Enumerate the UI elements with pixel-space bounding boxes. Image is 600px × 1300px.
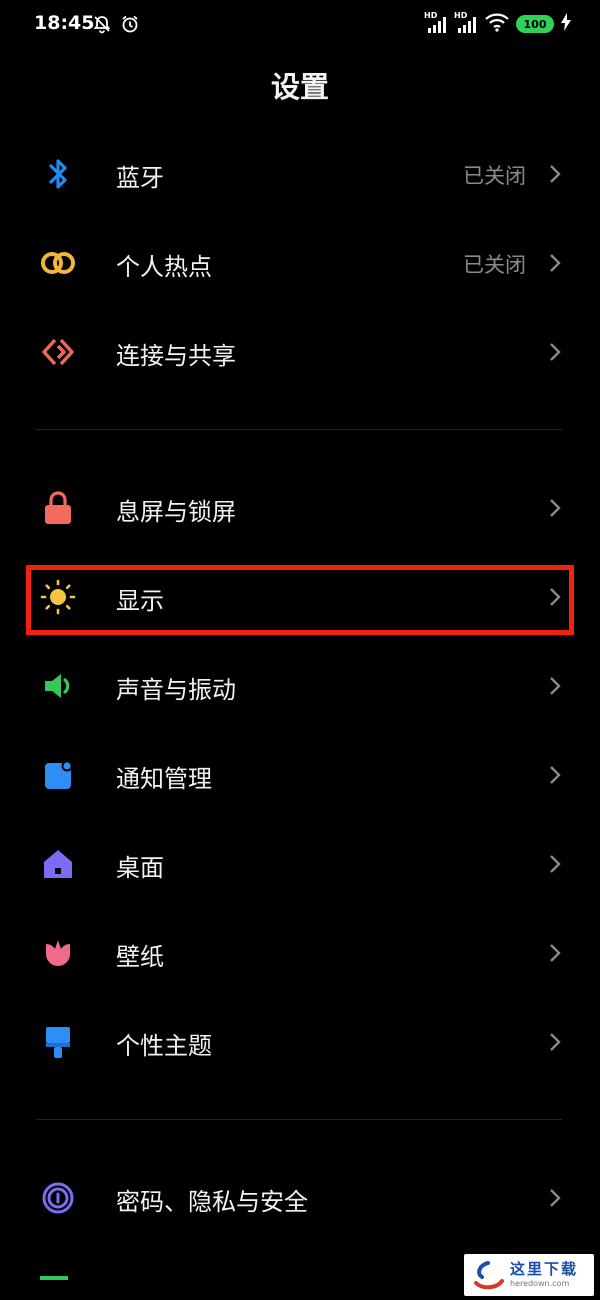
bell-muted-icon xyxy=(92,14,112,38)
wifi-icon xyxy=(484,12,510,36)
settings-item-label: 蓝牙 xyxy=(116,164,164,192)
settings-item-label: 桌面 xyxy=(116,854,164,882)
chevron-right-icon xyxy=(548,764,562,786)
settings-item-label: 个性主题 xyxy=(116,1032,212,1060)
highlight-box xyxy=(26,565,574,635)
settings-item-home-screen[interactable]: 桌面 xyxy=(0,820,600,908)
hd-label: HD xyxy=(424,11,438,20)
chevron-right-icon xyxy=(548,341,562,363)
settings-item-bluetooth[interactable]: 蓝牙 已关闭 xyxy=(0,130,600,218)
settings-item-wallpaper[interactable]: 壁纸 xyxy=(0,909,600,997)
settings-item-sound[interactable]: 声音与振动 xyxy=(0,642,600,730)
chevron-right-icon xyxy=(548,1187,562,1209)
signal-icon: HD xyxy=(424,11,448,35)
tulip-icon xyxy=(38,933,78,973)
section-divider xyxy=(36,429,562,430)
fingerprint-icon xyxy=(38,1178,78,1218)
chevron-right-icon xyxy=(548,163,562,185)
chevron-right-icon xyxy=(548,252,562,274)
battery-indicator: 100 xyxy=(516,15,554,33)
settings-item-label: 密码、隐私与安全 xyxy=(116,1188,308,1216)
settings-item-label: 个人热点 xyxy=(116,253,212,281)
chevron-right-icon xyxy=(548,675,562,697)
settings-item-status: 已关闭 xyxy=(463,253,526,277)
alarm-icon xyxy=(120,14,140,38)
settings-item-lock-screen[interactable]: 息屏与锁屏 xyxy=(0,464,600,552)
settings-item-notifications[interactable]: 通知管理 xyxy=(0,731,600,819)
chevron-right-icon xyxy=(548,497,562,519)
status-time: 18:45 xyxy=(34,12,95,34)
settings-item-hotspot[interactable]: 个人热点 已关闭 xyxy=(0,219,600,307)
home-icon xyxy=(38,844,78,884)
watermark-url: heredown.com xyxy=(510,1279,570,1288)
lock-icon xyxy=(38,488,78,528)
settings-item-label: 息屏与锁屏 xyxy=(116,498,236,526)
section-divider xyxy=(36,1119,562,1120)
watermark-text: 这里下载 xyxy=(510,1260,579,1278)
settings-item-label: 声音与振动 xyxy=(116,676,236,704)
chevron-right-icon xyxy=(548,853,562,875)
settings-item-themes[interactable]: 个性主题 xyxy=(0,998,600,1086)
settings-item-connection-share[interactable]: 连接与共享 xyxy=(0,308,600,396)
chevron-right-icon xyxy=(548,1031,562,1053)
status-bar: 18:45 HD HD 100 xyxy=(0,0,600,48)
charging-icon xyxy=(560,12,572,36)
page-title: 设置 xyxy=(270,70,329,104)
partial-row-icon xyxy=(40,1276,68,1280)
connection-share-icon xyxy=(38,332,78,372)
hd-label: HD xyxy=(454,11,468,20)
bluetooth-icon xyxy=(38,154,78,194)
signal-icon: HD xyxy=(454,11,478,35)
watermark-swirl-icon xyxy=(474,1261,504,1290)
speaker-icon xyxy=(38,666,78,706)
chevron-right-icon xyxy=(548,942,562,964)
hotspot-icon xyxy=(38,243,78,283)
settings-item-label: 壁纸 xyxy=(116,943,164,971)
watermark-logo: 这里下载 heredown.com xyxy=(464,1254,594,1296)
settings-item-label: 连接与共享 xyxy=(116,342,236,370)
settings-item-security[interactable]: 密码、隐私与安全 xyxy=(0,1154,600,1242)
brush-icon xyxy=(38,1022,78,1062)
notification-icon xyxy=(38,755,78,795)
settings-item-label: 通知管理 xyxy=(116,765,212,793)
settings-item-status: 已关闭 xyxy=(463,164,526,188)
